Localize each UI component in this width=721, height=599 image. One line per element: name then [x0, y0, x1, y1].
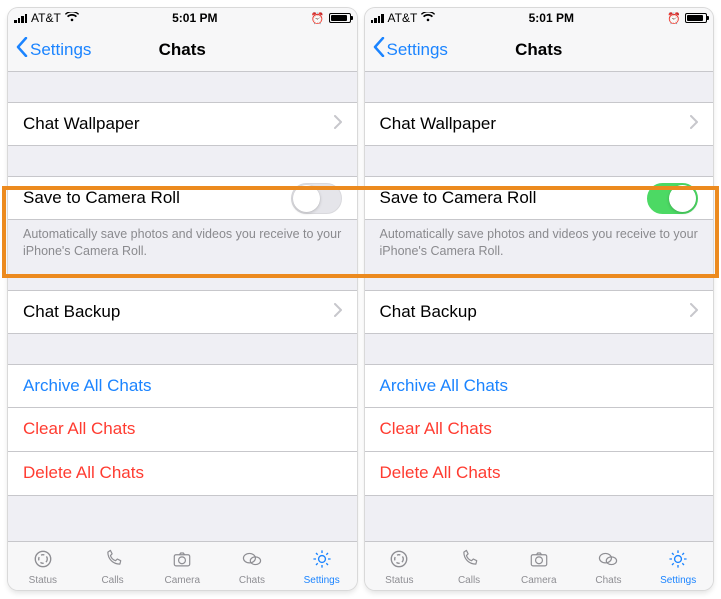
- cell-label: Clear All Chats: [380, 419, 699, 439]
- chevron-right-icon: [690, 302, 698, 322]
- clock-label: 5:01 PM: [79, 11, 311, 25]
- cell-label: Archive All Chats: [23, 376, 342, 396]
- save-camera-roll-row: Save to Camera Roll: [8, 176, 357, 220]
- phone-left: AT&T 5:01 PM ⏰ Settings Chats: [8, 8, 357, 590]
- chevron-right-icon: [334, 114, 342, 134]
- carrier-label: AT&T: [31, 11, 61, 25]
- tab-label: Calls: [458, 575, 480, 586]
- alarm-icon: ⏰: [311, 12, 325, 25]
- carrier-label: AT&T: [388, 11, 418, 25]
- phone-right: AT&T 5:01 PM ⏰ Settings Chats: [365, 8, 714, 590]
- chats-icon: [595, 547, 621, 574]
- tab-label: Status: [385, 575, 413, 586]
- archive-all-chats-button[interactable]: Archive All Chats: [8, 364, 357, 408]
- cell-signal-icon: [14, 13, 27, 23]
- side-by-side-screenshots: AT&T 5:01 PM ⏰ Settings Chats: [0, 0, 721, 598]
- tab-settings[interactable]: Settings: [287, 542, 357, 590]
- status-bar: AT&T 5:01 PM ⏰: [365, 8, 714, 28]
- phone-icon: [100, 547, 126, 574]
- tab-bar: Status Calls Camera Chats Settings: [8, 541, 357, 590]
- cell-label: Chat Wallpaper: [23, 114, 334, 134]
- wifi-icon: [65, 11, 79, 25]
- status-bar: AT&T 5:01 PM ⏰: [8, 8, 357, 28]
- battery-icon: [329, 13, 351, 23]
- nav-bar: Settings Chats: [365, 28, 714, 72]
- back-button[interactable]: Settings: [373, 37, 448, 62]
- cell-label: Chat Backup: [23, 302, 334, 322]
- tab-label: Calls: [101, 575, 123, 586]
- tab-calls[interactable]: Calls: [434, 542, 504, 590]
- cell-label: Save to Camera Roll: [23, 188, 291, 208]
- gear-icon: [665, 547, 691, 574]
- page-title: Chats: [159, 40, 206, 60]
- chevron-left-icon: [373, 37, 385, 62]
- cell-label: Delete All Chats: [23, 463, 342, 483]
- status-icon: [386, 547, 412, 574]
- save-camera-roll-toggle[interactable]: [647, 183, 698, 214]
- clock-label: 5:01 PM: [435, 11, 667, 25]
- cell-label: Archive All Chats: [380, 376, 699, 396]
- cell-label: Chat Wallpaper: [380, 114, 691, 134]
- back-label: Settings: [387, 40, 448, 60]
- clear-all-chats-button[interactable]: Clear All Chats: [8, 408, 357, 452]
- chevron-left-icon: [16, 37, 28, 62]
- cell-label: Save to Camera Roll: [380, 188, 648, 208]
- save-camera-roll-footer: Automatically save photos and videos you…: [8, 220, 357, 260]
- status-bar-right: ⏰: [667, 12, 707, 25]
- save-camera-roll-toggle[interactable]: [291, 183, 342, 214]
- status-icon: [30, 547, 56, 574]
- chat-wallpaper-row[interactable]: Chat Wallpaper: [8, 102, 357, 146]
- gear-icon: [309, 547, 335, 574]
- tab-camera[interactable]: Camera: [504, 542, 574, 590]
- tab-label: Settings: [304, 575, 340, 586]
- tab-calls[interactable]: Calls: [78, 542, 148, 590]
- tab-camera[interactable]: Camera: [147, 542, 217, 590]
- wifi-icon: [421, 11, 435, 25]
- save-camera-roll-row: Save to Camera Roll: [365, 176, 714, 220]
- chat-backup-row[interactable]: Chat Backup: [365, 290, 714, 334]
- tab-label: Camera: [521, 575, 557, 586]
- status-bar-right: ⏰: [311, 12, 351, 25]
- tab-chats[interactable]: Chats: [574, 542, 644, 590]
- status-bar-left: AT&T: [14, 11, 79, 25]
- tab-chats[interactable]: Chats: [217, 542, 287, 590]
- archive-all-chats-button[interactable]: Archive All Chats: [365, 364, 714, 408]
- cell-label: Clear All Chats: [23, 419, 342, 439]
- tab-label: Status: [29, 575, 57, 586]
- tab-label: Chats: [595, 575, 621, 586]
- tab-label: Chats: [239, 575, 265, 586]
- cell-label: Chat Backup: [380, 302, 691, 322]
- delete-all-chats-button[interactable]: Delete All Chats: [365, 452, 714, 496]
- tab-settings[interactable]: Settings: [643, 542, 713, 590]
- clear-all-chats-button[interactable]: Clear All Chats: [365, 408, 714, 452]
- save-camera-roll-footer: Automatically save photos and videos you…: [365, 220, 714, 260]
- phone-icon: [456, 547, 482, 574]
- tab-status[interactable]: Status: [8, 542, 78, 590]
- back-button[interactable]: Settings: [16, 37, 91, 62]
- settings-list: Chat Wallpaper Save to Camera Roll Autom…: [365, 72, 714, 541]
- settings-list: Chat Wallpaper Save to Camera Roll Autom…: [8, 72, 357, 541]
- page-title: Chats: [515, 40, 562, 60]
- back-label: Settings: [30, 40, 91, 60]
- cell-signal-icon: [371, 13, 384, 23]
- tab-status[interactable]: Status: [365, 542, 435, 590]
- delete-all-chats-button[interactable]: Delete All Chats: [8, 452, 357, 496]
- status-bar-left: AT&T: [371, 11, 436, 25]
- cell-label: Delete All Chats: [380, 463, 699, 483]
- tab-label: Settings: [660, 575, 696, 586]
- battery-icon: [685, 13, 707, 23]
- nav-bar: Settings Chats: [8, 28, 357, 72]
- camera-icon: [526, 547, 552, 574]
- tab-bar: Status Calls Camera Chats Settings: [365, 541, 714, 590]
- chevron-right-icon: [334, 302, 342, 322]
- chat-wallpaper-row[interactable]: Chat Wallpaper: [365, 102, 714, 146]
- chevron-right-icon: [690, 114, 698, 134]
- chats-icon: [239, 547, 265, 574]
- alarm-icon: ⏰: [667, 12, 681, 25]
- tab-label: Camera: [164, 575, 200, 586]
- camera-icon: [169, 547, 195, 574]
- chat-backup-row[interactable]: Chat Backup: [8, 290, 357, 334]
